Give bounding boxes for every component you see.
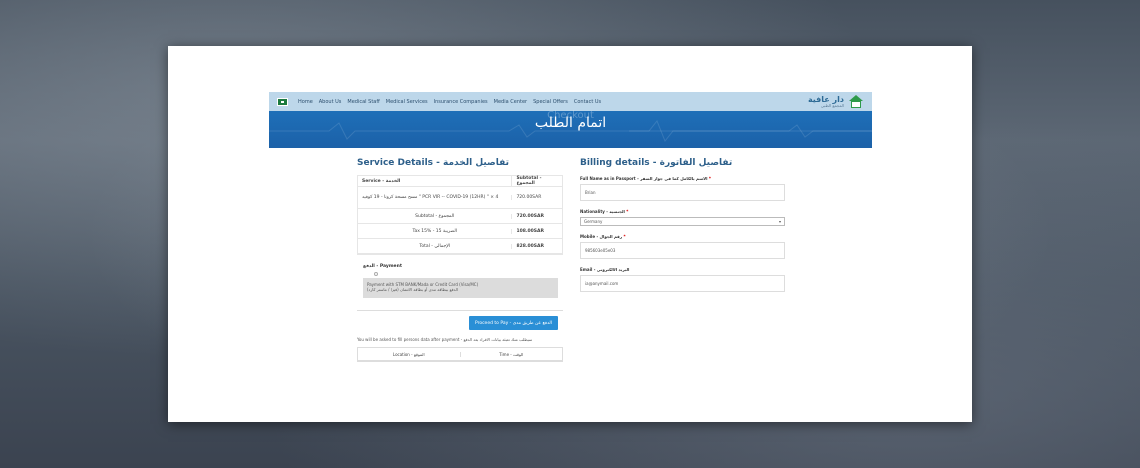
email-input[interactable]: ia@anymail.com: [580, 275, 785, 292]
email-label: Email - البريد الالكتروني: [580, 267, 792, 272]
service-item-name: مسح مسحة كرونا - 19 كوفيد " PCR VIR -- C…: [362, 195, 499, 200]
col-service: Service - الخدمة: [362, 178, 401, 184]
nationality-select[interactable]: Germany ▾: [580, 217, 785, 226]
house-logo-icon: [848, 95, 864, 108]
nav-link-insurance[interactable]: Insurance Companies: [434, 99, 488, 105]
nav-link-special-offers[interactable]: Special Offers: [533, 99, 568, 105]
subtotal-label: Subtotal - المجموع: [415, 213, 455, 219]
nav-link-home[interactable]: Home: [298, 99, 313, 105]
mobile-label-text: Mobile - رقم الجوال: [580, 234, 623, 239]
proceed-to-pay-button[interactable]: Proceed to Pay - الدفع عن طريق مدى: [469, 316, 558, 330]
tax-label: Tax 15% - الضريبة 15: [412, 228, 457, 234]
service-table: Service - الخدمة Subtotal - المجموع مسح …: [357, 175, 563, 255]
full-name-input[interactable]: Brian: [580, 184, 785, 201]
full-name-label: Full Name as in Passport - الاسم بالكامل…: [580, 176, 711, 181]
subtotal-row: Subtotal - المجموع 720.00SAR: [358, 209, 562, 224]
nationality-label-text: Nationality - الجنسية: [580, 209, 625, 214]
location-table-header: Location - الموقع Time - الوقت: [358, 348, 562, 361]
payment-method-radio[interactable]: [374, 272, 378, 276]
service-row: مسح مسحة كرونا - 19 كوفيد " PCR VIR -- C…: [358, 187, 562, 209]
col-time: Time - الوقت: [459, 351, 563, 357]
total-value: 828.00SAR: [511, 243, 562, 249]
service-item-amount: 720.00SAR: [511, 195, 562, 200]
nav-links: Home About Us Medical Staff Medical Serv…: [298, 99, 601, 105]
service-table-header: Service - الخدمة Subtotal - المجموع: [358, 176, 562, 187]
divider: [357, 310, 563, 311]
top-navbar: Home About Us Medical Staff Medical Serv…: [269, 92, 872, 111]
payment-note: You will be asked to fill persons data a…: [357, 337, 533, 342]
tax-value: 108.00SAR: [511, 228, 562, 234]
email-label-text: Email - البريد الالكتروني: [580, 267, 630, 272]
nav-link-medical-staff[interactable]: Medical Staff: [347, 99, 379, 105]
mobile-input[interactable]: 985603e05e03: [580, 242, 785, 259]
page-title: اتمام الطلب: [534, 115, 607, 131]
nav-link-contact[interactable]: Contact Us: [574, 99, 601, 105]
payment-method-description: Payment with STM BANK/Mada or Credit Car…: [363, 278, 558, 298]
total-row: Total - الإجمالي 828.00SAR: [358, 239, 562, 254]
location-time-table: Location - الموقع Time - الوقت: [357, 347, 563, 362]
service-details-section: Service Details - تفاصيل الخدمة Service …: [357, 148, 564, 362]
logo-subtitle: المجمع الطبي: [820, 102, 844, 108]
nationality-label: Nationality - الجنسية *: [580, 209, 629, 214]
mobile-label: Mobile - رقم الجوال *: [580, 234, 626, 239]
subtotal-value: 720.00SAR: [511, 213, 562, 219]
saudi-flag-icon[interactable]: [277, 97, 288, 106]
payment-method-line-ar: الدفع ببطاقة مدى أو بطاقة الائتمان (فيزا…: [367, 287, 458, 293]
chevron-down-icon: ▾: [778, 219, 781, 224]
checkout-page: Home About Us Medical Staff Medical Serv…: [269, 92, 872, 422]
payment-heading: الدفع - Payment: [363, 264, 402, 269]
nav-link-medical-services[interactable]: Medical Services: [386, 99, 428, 105]
col-subtotal: Subtotal - المجموع: [511, 176, 562, 186]
checkout-content: Service Details - تفاصيل الخدمة Service …: [269, 148, 872, 422]
nav-link-about[interactable]: About Us: [319, 99, 342, 105]
billing-details-section: Billing details - تفاصيل الفاتورة Full N…: [580, 148, 792, 292]
screenshot-card: Home About Us Medical Staff Medical Serv…: [168, 46, 972, 422]
site-logo[interactable]: دار عافية المجمع الطبي: [808, 95, 864, 108]
billing-details-title: Billing details - تفاصيل الفاتورة: [580, 158, 733, 168]
tax-row: Tax 15% - الضريبة 15 108.00SAR: [358, 224, 562, 239]
page-banner: Checkout اتمام الطلب: [269, 110, 872, 148]
col-location: Location - الموقع: [392, 351, 425, 357]
nationality-value: Germany: [584, 219, 603, 224]
nav-link-media-center[interactable]: Media Center: [494, 99, 527, 105]
full-name-label-text: Full Name as in Passport - الاسم بالكامل…: [580, 176, 708, 181]
service-details-title: Service Details - تفاصيل الخدمة: [357, 158, 509, 168]
total-label: Total - الإجمالي: [419, 243, 451, 249]
